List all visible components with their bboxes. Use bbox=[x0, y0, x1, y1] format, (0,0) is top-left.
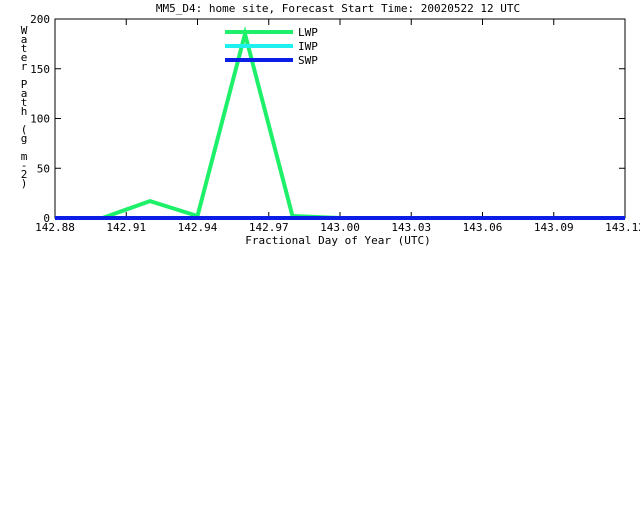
series-lines bbox=[55, 26, 625, 220]
y-tick-label: 50 bbox=[37, 162, 50, 175]
y-tick-label: 150 bbox=[30, 63, 50, 76]
y-axis-label-char: ) bbox=[21, 177, 28, 190]
legend-label-swp: SWP bbox=[298, 54, 318, 67]
tick-labels: 142.88 142.91 142.94 142.97 143.00 143.03 143.… bbox=[30, 13, 640, 234]
y-axis-label-char: h bbox=[21, 105, 28, 118]
y-axis-label-char: g bbox=[21, 132, 28, 145]
series-line-lwp bbox=[55, 26, 625, 220]
y-axis-label: Water Path (g m-2) bbox=[21, 24, 28, 190]
x-tick-label: 143.00 bbox=[320, 221, 360, 234]
x-tick-label: 143.03 bbox=[391, 221, 431, 234]
y-axis-label-char: r bbox=[21, 60, 28, 73]
legend-label-iwp: IWP bbox=[298, 40, 318, 53]
legend-label-lwp: LWP bbox=[298, 26, 318, 39]
plot-frame bbox=[54, 18, 626, 219]
x-tick-label: 142.97 bbox=[249, 221, 289, 234]
chart-title: MM5_D4: home site, Forecast Start Time: … bbox=[156, 2, 520, 15]
x-tick-label: 143.06 bbox=[463, 221, 503, 234]
chart: MM5_D4: home site, Forecast Start Time: … bbox=[21, 2, 640, 247]
x-axis-label: Fractional Day of Year (UTC) bbox=[245, 234, 430, 247]
y-tick-label: 0 bbox=[43, 212, 50, 225]
y-tick-label: 100 bbox=[30, 113, 50, 126]
x-tick-label: 142.88 bbox=[35, 221, 75, 234]
x-tick-label: 142.91 bbox=[106, 221, 146, 234]
x-tick-label: 142.94 bbox=[178, 221, 218, 234]
legend: LWPIWPSWP bbox=[225, 26, 318, 67]
y-tick-label: 200 bbox=[30, 13, 50, 26]
x-tick-label: 143.09 bbox=[534, 221, 574, 234]
axis-ticks bbox=[54, 18, 626, 219]
x-tick-label: 143.12 bbox=[605, 221, 640, 234]
